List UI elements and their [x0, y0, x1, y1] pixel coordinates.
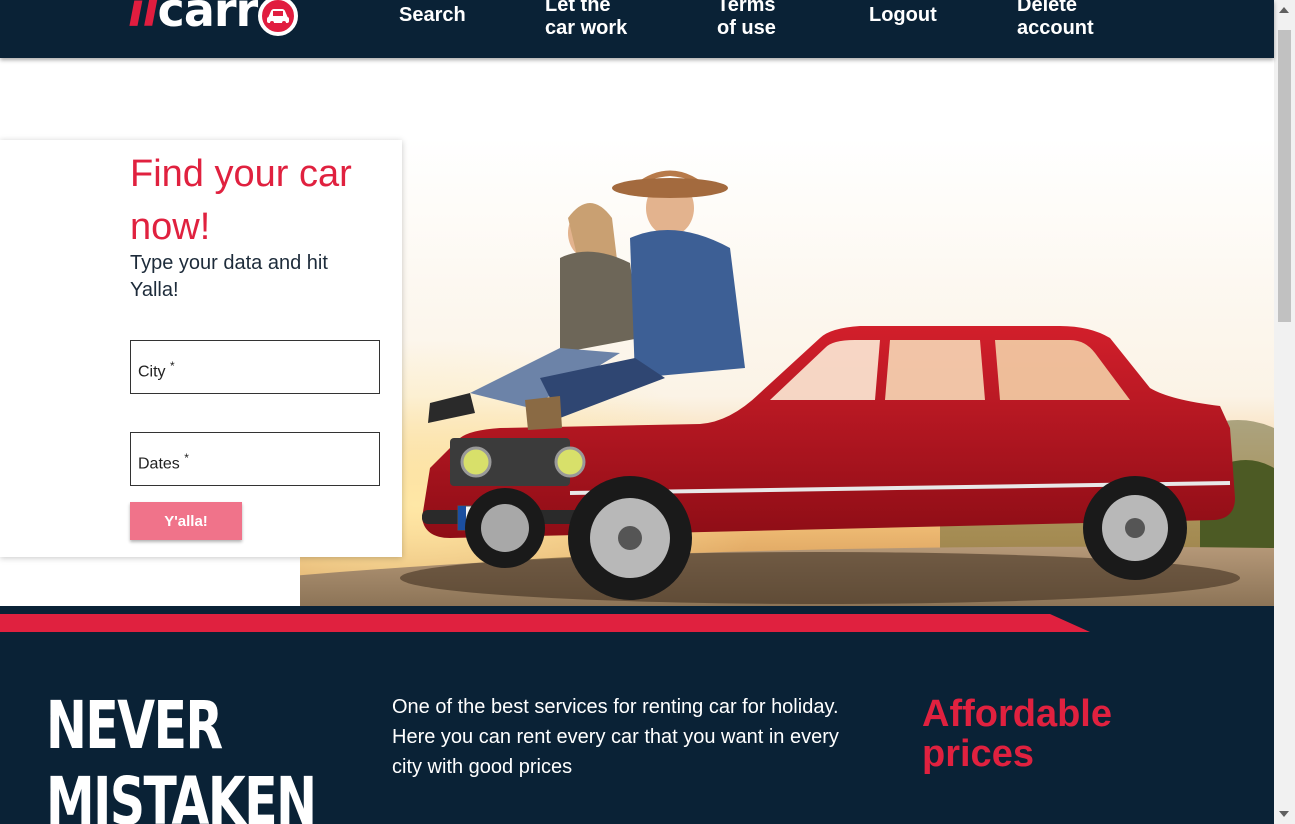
nav-delete-account-link[interactable]: Delete account — [1017, 0, 1107, 40]
red-stripe-divider — [0, 614, 1090, 632]
vertical-scrollbar[interactable] — [1274, 0, 1295, 824]
car-logo-icon — [258, 0, 299, 36]
search-title: Find your car now! — [130, 153, 352, 248]
ilcarro-logo[interactable]: il carr — [128, 0, 299, 37]
logo-carr-text: carr — [157, 0, 259, 37]
nav-let-the-car-work-link[interactable]: Let the car work — [545, 0, 645, 40]
nav-terms-of-use-link[interactable]: Terms of use — [717, 0, 787, 40]
nav-search-link[interactable]: Search — [399, 4, 489, 27]
dates-field-label: Dates * — [138, 450, 189, 472]
slogan-line-2: MISTAKEN — [46, 763, 317, 824]
city-field-label: City * — [138, 358, 175, 380]
search-card: Find your car now! Type your data and hi… — [0, 140, 402, 557]
city-field[interactable]: City * — [130, 340, 380, 394]
search-subtitle: Type your data and hit Yalla! — [130, 252, 328, 301]
never-mistaken-slogan: NEVER MISTAKEN — [46, 687, 317, 824]
chevron-up-icon[interactable] — [1279, 7, 1289, 13]
yalla-submit-button[interactable]: Y'alla! — [130, 502, 242, 540]
affordable-prices-heading: Affordable prices — [922, 693, 1112, 775]
dates-field[interactable]: Dates * — [130, 432, 380, 486]
slogan-line-1: NEVER — [46, 687, 223, 764]
hero-photo-couple-red-car — [300, 138, 1274, 608]
top-navbar: il carr Search Let the car work Terms of… — [0, 0, 1274, 58]
chevron-down-icon[interactable] — [1279, 811, 1289, 817]
about-text: One of the best services for renting car… — [392, 696, 839, 778]
nav-logout-link[interactable]: Logout — [869, 4, 959, 27]
logo-il-text: il — [128, 0, 159, 37]
scrollbar-thumb[interactable] — [1278, 30, 1291, 322]
